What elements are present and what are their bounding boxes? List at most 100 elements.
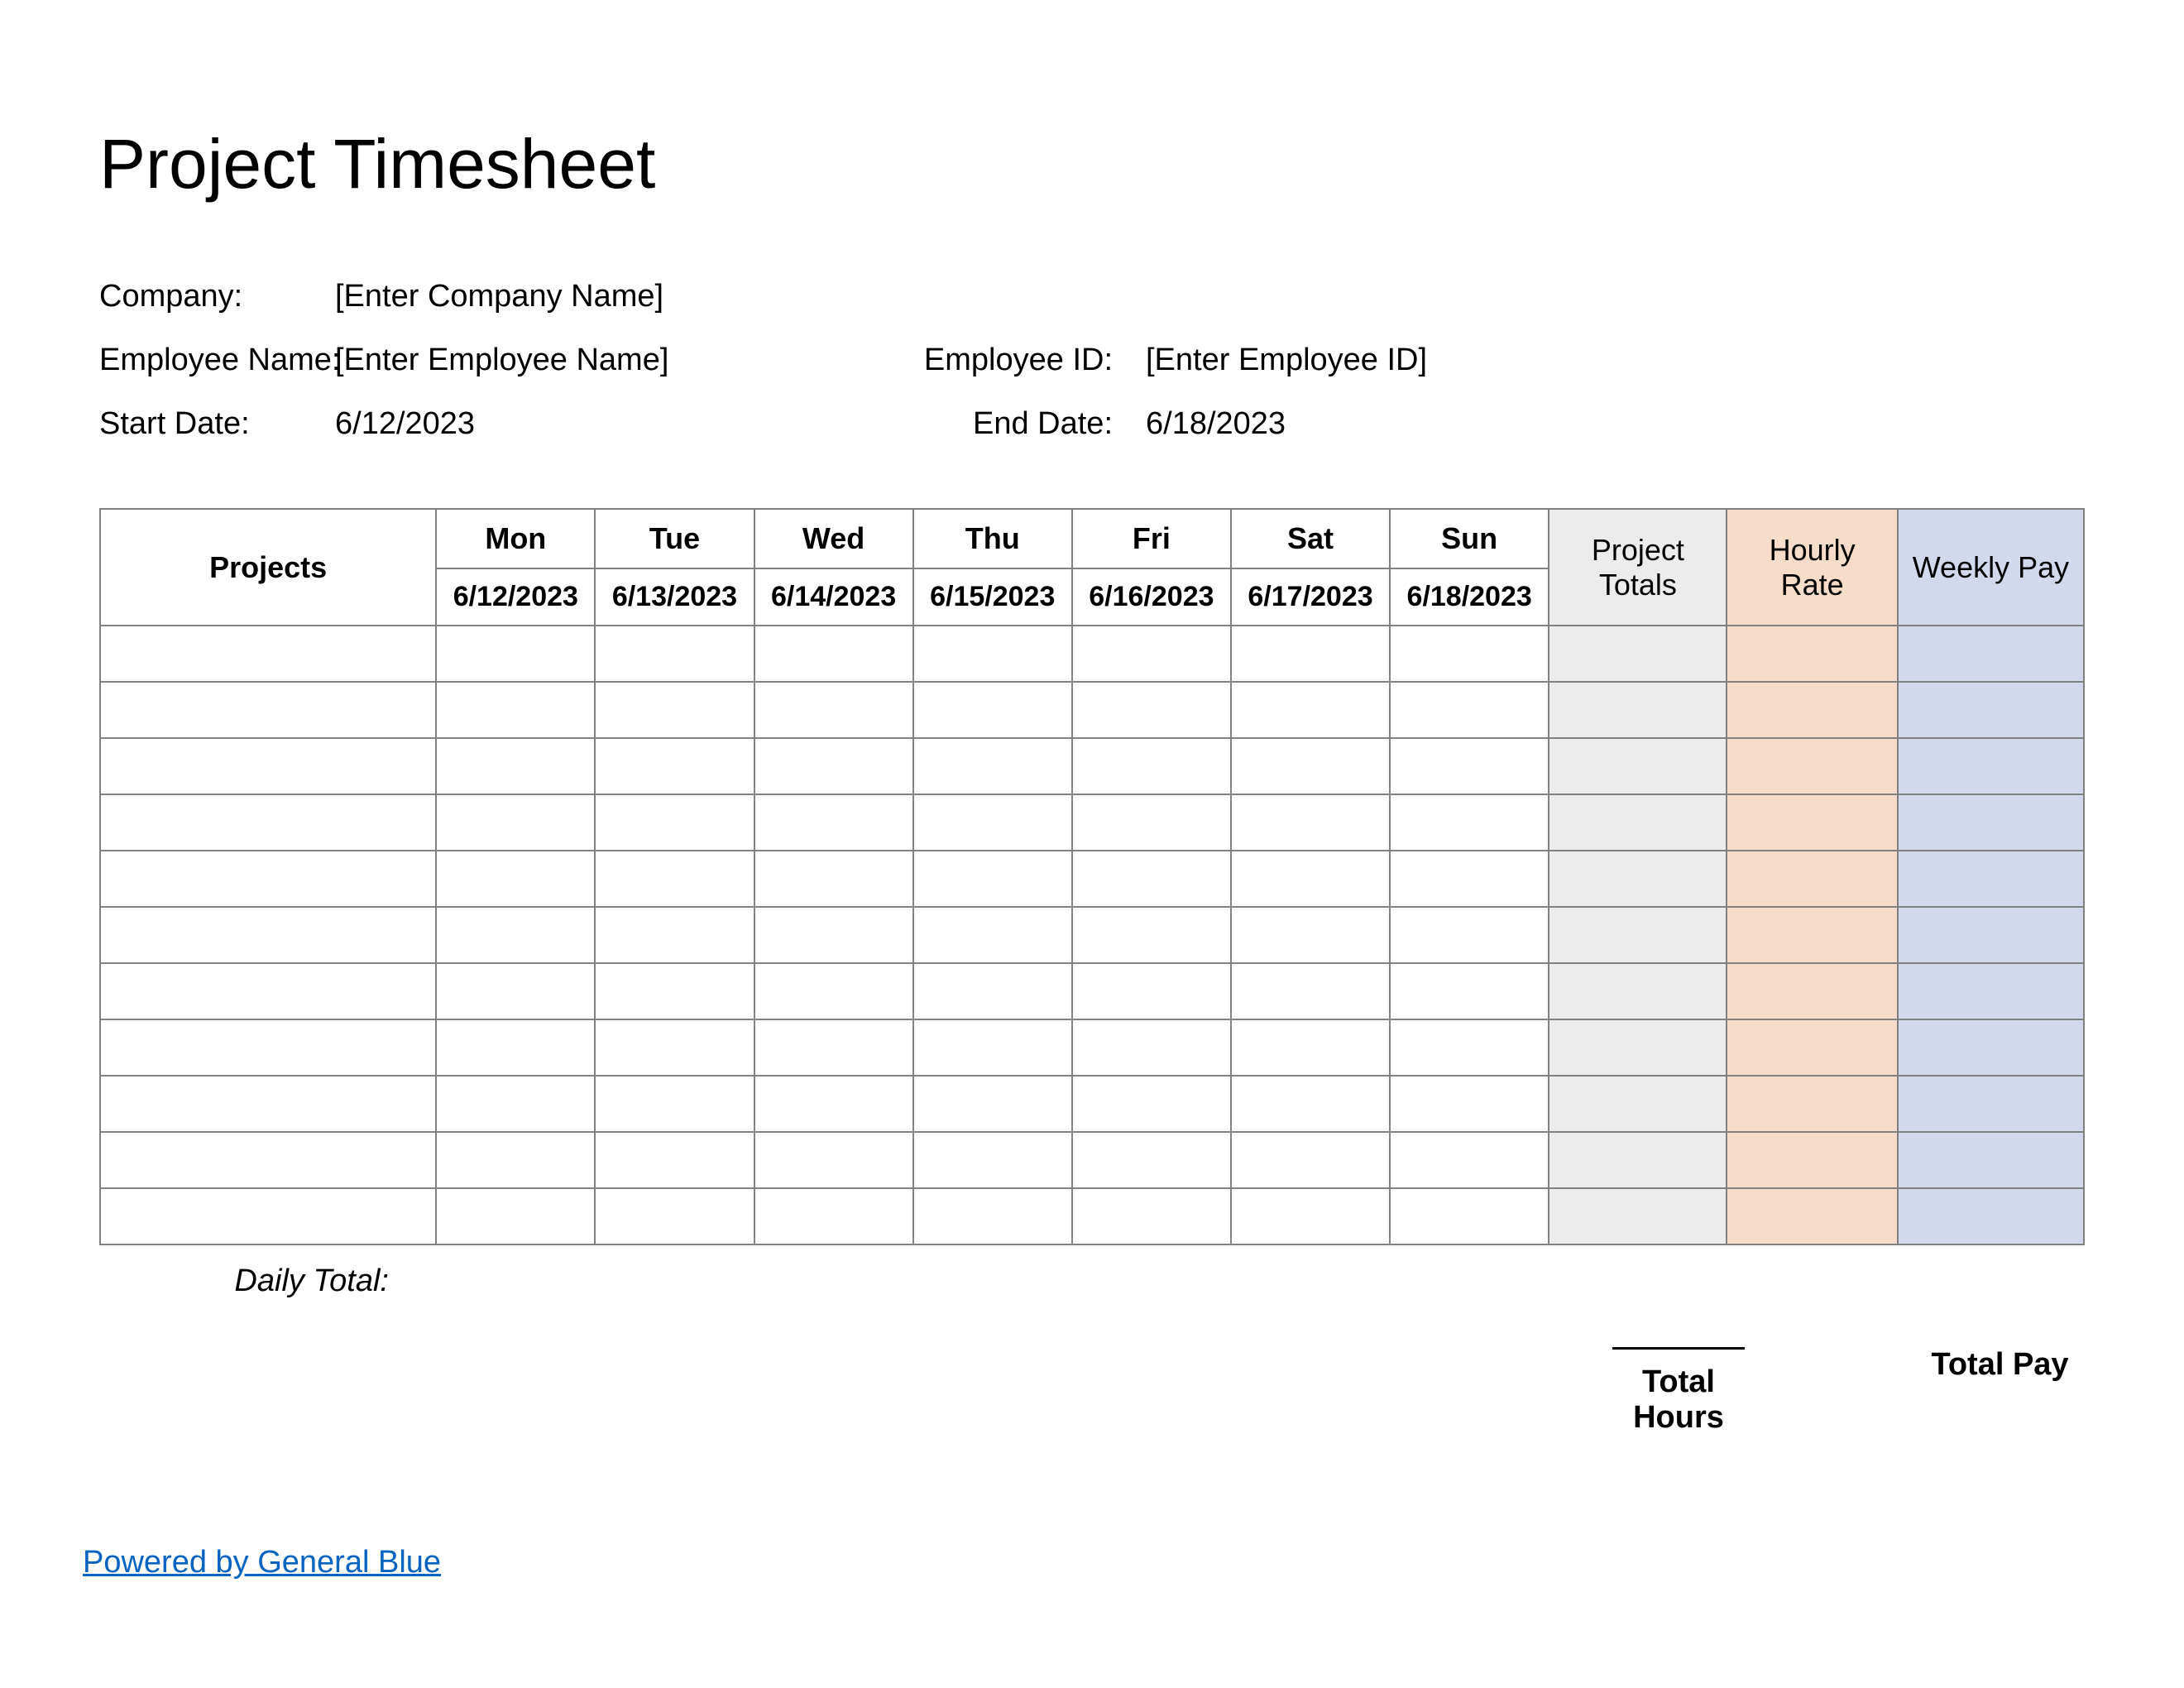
hours-cell[interactable] (1390, 626, 1549, 682)
rate-cell[interactable] (1727, 1076, 1897, 1132)
hours-cell[interactable] (754, 1188, 913, 1244)
hours-cell[interactable] (595, 851, 754, 907)
hours-cell[interactable] (913, 738, 1072, 794)
rate-cell[interactable] (1727, 907, 1897, 963)
hours-cell[interactable] (1072, 963, 1231, 1019)
hours-cell[interactable] (1390, 682, 1549, 738)
hours-cell[interactable] (1072, 738, 1231, 794)
hours-cell[interactable] (1390, 1019, 1549, 1076)
project-total-cell[interactable] (1549, 1188, 1727, 1244)
hours-cell[interactable] (1390, 1076, 1549, 1132)
hours-cell[interactable] (436, 1076, 595, 1132)
hours-cell[interactable] (436, 682, 595, 738)
hours-cell[interactable] (1231, 1132, 1390, 1188)
hours-cell[interactable] (1390, 907, 1549, 963)
hours-cell[interactable] (1231, 682, 1390, 738)
hours-cell[interactable] (754, 738, 913, 794)
hours-cell[interactable] (1072, 1188, 1231, 1244)
hours-cell[interactable] (595, 1188, 754, 1244)
start-date-value[interactable]: 6/12/2023 (335, 406, 914, 442)
hours-cell[interactable] (1072, 794, 1231, 851)
hours-cell[interactable] (436, 626, 595, 682)
hours-cell[interactable] (1390, 738, 1549, 794)
rate-cell[interactable] (1727, 738, 1897, 794)
hours-cell[interactable] (913, 682, 1072, 738)
hours-cell[interactable] (913, 851, 1072, 907)
hours-cell[interactable] (1231, 1188, 1390, 1244)
hours-cell[interactable] (913, 1188, 1072, 1244)
project-total-cell[interactable] (1549, 1019, 1727, 1076)
hours-cell[interactable] (1390, 1188, 1549, 1244)
project-total-cell[interactable] (1549, 626, 1727, 682)
project-total-cell[interactable] (1549, 851, 1727, 907)
hours-cell[interactable] (754, 1132, 913, 1188)
project-total-cell[interactable] (1549, 907, 1727, 963)
hours-cell[interactable] (595, 682, 754, 738)
hours-cell[interactable] (1390, 851, 1549, 907)
rate-cell[interactable] (1727, 851, 1897, 907)
hours-cell[interactable] (1231, 1019, 1390, 1076)
hours-cell[interactable] (595, 1076, 754, 1132)
hours-cell[interactable] (913, 626, 1072, 682)
hours-cell[interactable] (754, 851, 913, 907)
powered-by-link[interactable]: Powered by General Blue (83, 1545, 441, 1580)
hours-cell[interactable] (1231, 851, 1390, 907)
project-cell[interactable] (100, 738, 436, 794)
hours-cell[interactable] (595, 907, 754, 963)
hours-cell[interactable] (754, 1076, 913, 1132)
company-value[interactable]: [Enter Company Name] (335, 279, 914, 314)
project-cell[interactable] (100, 626, 436, 682)
hours-cell[interactable] (436, 907, 595, 963)
hours-cell[interactable] (436, 1188, 595, 1244)
project-total-cell[interactable] (1549, 682, 1727, 738)
hours-cell[interactable] (1390, 963, 1549, 1019)
hours-cell[interactable] (913, 794, 1072, 851)
project-total-cell[interactable] (1549, 1132, 1727, 1188)
project-cell[interactable] (100, 1019, 436, 1076)
hours-cell[interactable] (1231, 907, 1390, 963)
hours-cell[interactable] (436, 1132, 595, 1188)
rate-cell[interactable] (1727, 963, 1897, 1019)
hours-cell[interactable] (595, 738, 754, 794)
hours-cell[interactable] (754, 963, 913, 1019)
hours-cell[interactable] (436, 794, 595, 851)
hours-cell[interactable] (595, 794, 754, 851)
hours-cell[interactable] (913, 1019, 1072, 1076)
project-cell[interactable] (100, 1132, 436, 1188)
hours-cell[interactable] (913, 963, 1072, 1019)
hours-cell[interactable] (754, 1019, 913, 1076)
rate-cell[interactable] (1727, 1019, 1897, 1076)
hours-cell[interactable] (754, 682, 913, 738)
hours-cell[interactable] (754, 794, 913, 851)
hours-cell[interactable] (595, 1132, 754, 1188)
project-cell[interactable] (100, 1076, 436, 1132)
rate-cell[interactable] (1727, 1132, 1897, 1188)
hours-cell[interactable] (1072, 1019, 1231, 1076)
rate-cell[interactable] (1727, 794, 1897, 851)
project-total-cell[interactable] (1549, 963, 1727, 1019)
hours-cell[interactable] (1072, 907, 1231, 963)
employee-value[interactable]: [Enter Employee Name] (335, 343, 914, 378)
hours-cell[interactable] (1072, 851, 1231, 907)
hours-cell[interactable] (913, 907, 1072, 963)
rate-cell[interactable] (1727, 1188, 1897, 1244)
project-total-cell[interactable] (1549, 794, 1727, 851)
project-cell[interactable] (100, 907, 436, 963)
hours-cell[interactable] (1072, 626, 1231, 682)
hours-cell[interactable] (436, 851, 595, 907)
project-cell[interactable] (100, 963, 436, 1019)
project-cell[interactable] (100, 1188, 436, 1244)
project-total-cell[interactable] (1549, 1076, 1727, 1132)
hours-cell[interactable] (1231, 963, 1390, 1019)
hours-cell[interactable] (436, 963, 595, 1019)
project-cell[interactable] (100, 851, 436, 907)
hours-cell[interactable] (1231, 626, 1390, 682)
hours-cell[interactable] (1231, 1076, 1390, 1132)
hours-cell[interactable] (1390, 1132, 1549, 1188)
hours-cell[interactable] (913, 1076, 1072, 1132)
hours-cell[interactable] (1072, 1132, 1231, 1188)
hours-cell[interactable] (1231, 738, 1390, 794)
hours-cell[interactable] (436, 1019, 595, 1076)
hours-cell[interactable] (1072, 1076, 1231, 1132)
hours-cell[interactable] (1072, 682, 1231, 738)
